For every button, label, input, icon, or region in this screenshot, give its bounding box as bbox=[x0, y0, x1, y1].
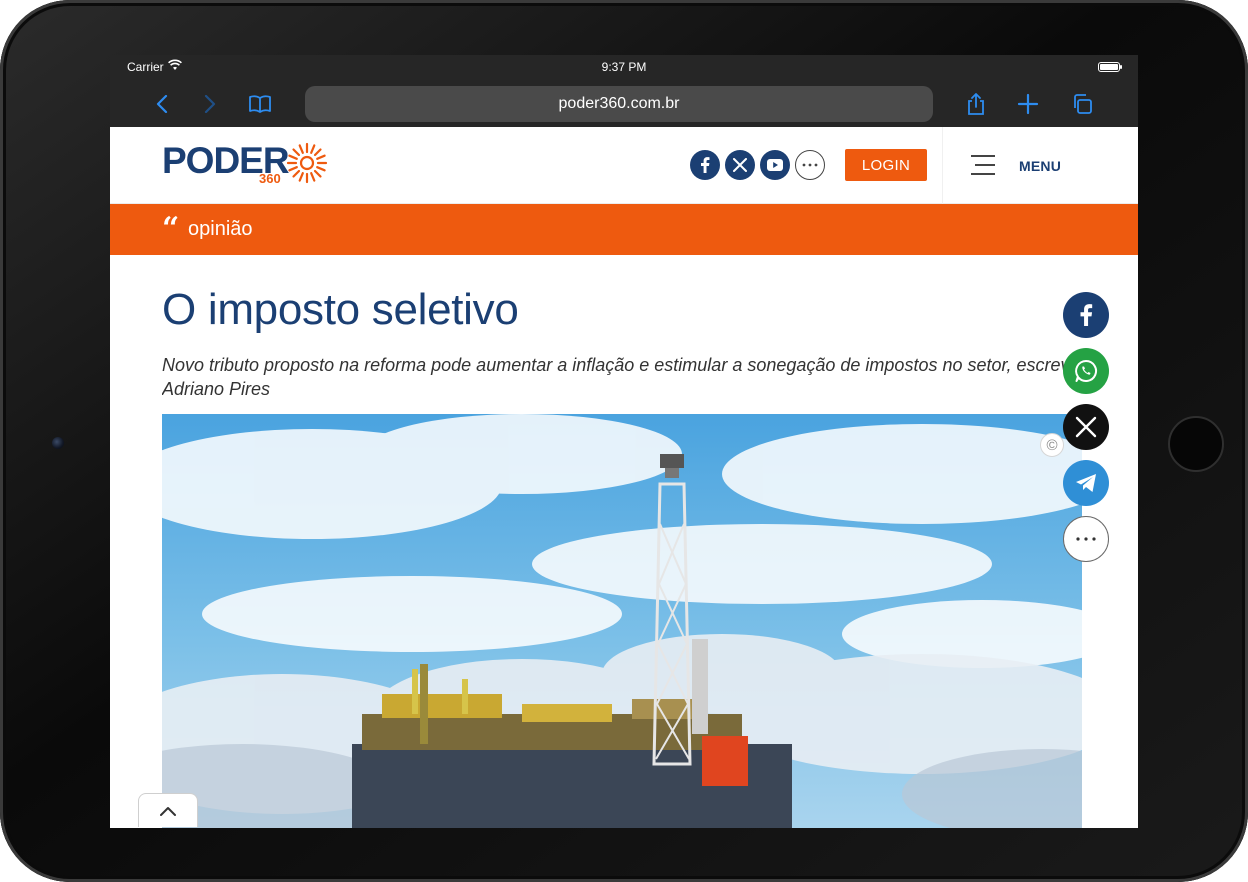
forward-button[interactable] bbox=[196, 90, 224, 118]
hamburger-icon[interactable] bbox=[970, 154, 996, 176]
clock: 9:37 PM bbox=[601, 60, 647, 74]
article-title: O imposto seletivo bbox=[162, 285, 519, 334]
share-whatsapp-button[interactable] bbox=[1063, 348, 1109, 394]
section-bar: “ opinião bbox=[110, 204, 1138, 255]
browser-toolbar: poder360.com.br bbox=[110, 81, 1138, 127]
article-hero-image bbox=[162, 414, 1082, 828]
more-icon bbox=[802, 163, 818, 167]
tabs-icon bbox=[1074, 94, 1092, 114]
x-icon bbox=[1075, 416, 1097, 438]
share-page-button[interactable] bbox=[962, 90, 990, 118]
youtube-link[interactable] bbox=[760, 150, 790, 180]
share-telegram-button[interactable] bbox=[1063, 460, 1109, 506]
back-icon bbox=[156, 95, 168, 113]
youtube-icon bbox=[767, 159, 783, 171]
scroll-to-top-button[interactable] bbox=[138, 793, 198, 827]
bookmarks-icon bbox=[249, 95, 271, 113]
status-bar: Carrier 9:37 PM bbox=[110, 55, 1138, 81]
share-more-button[interactable] bbox=[1063, 516, 1109, 562]
new-tab-icon bbox=[1017, 93, 1039, 115]
telegram-icon bbox=[1076, 474, 1096, 492]
logo-number: 360 bbox=[259, 171, 281, 186]
section-label[interactable]: opinião bbox=[188, 218, 253, 241]
web-page: PODER 360 LOGIN MENU “ opinião O imposto… bbox=[110, 127, 1138, 828]
sun-logo-icon bbox=[286, 142, 328, 184]
x-icon bbox=[733, 158, 747, 172]
facebook-icon bbox=[701, 157, 710, 173]
tabs-button[interactable] bbox=[1068, 90, 1096, 118]
bookmarks-button[interactable] bbox=[246, 90, 274, 118]
whatsapp-icon bbox=[1075, 359, 1097, 382]
address-bar[interactable]: poder360.com.br bbox=[305, 86, 933, 122]
home-button[interactable] bbox=[1168, 416, 1224, 472]
back-button[interactable] bbox=[148, 90, 176, 118]
chevron-up-icon bbox=[160, 806, 176, 816]
menu-button[interactable]: MENU bbox=[1019, 158, 1061, 174]
x-link[interactable] bbox=[725, 150, 755, 180]
poder360-logo[interactable]: PODER 360 bbox=[162, 141, 332, 191]
screen: Carrier 9:37 PM poder360.com.br PODER 36… bbox=[110, 55, 1138, 828]
facebook-link[interactable] bbox=[690, 150, 720, 180]
share-facebook-button[interactable] bbox=[1063, 292, 1109, 338]
front-camera bbox=[52, 437, 64, 449]
facebook-icon bbox=[1080, 304, 1093, 326]
quote-icon: “ bbox=[162, 211, 180, 246]
forward-icon bbox=[204, 95, 216, 113]
image-credit-icon[interactable]: © bbox=[1040, 433, 1064, 457]
more-icon bbox=[1076, 537, 1096, 541]
article-subtitle: Novo tributo proposto na reforma pode au… bbox=[162, 355, 1080, 399]
site-header: PODER 360 LOGIN MENU bbox=[110, 127, 1138, 204]
url-text: poder360.com.br bbox=[558, 95, 680, 112]
battery-icon bbox=[1098, 62, 1122, 72]
login-button[interactable]: LOGIN bbox=[845, 149, 927, 181]
header-divider bbox=[942, 127, 943, 204]
share-icon bbox=[968, 93, 984, 115]
more-social-button[interactable] bbox=[795, 150, 825, 180]
share-x-button[interactable] bbox=[1063, 404, 1109, 450]
new-tab-button[interactable] bbox=[1014, 90, 1042, 118]
